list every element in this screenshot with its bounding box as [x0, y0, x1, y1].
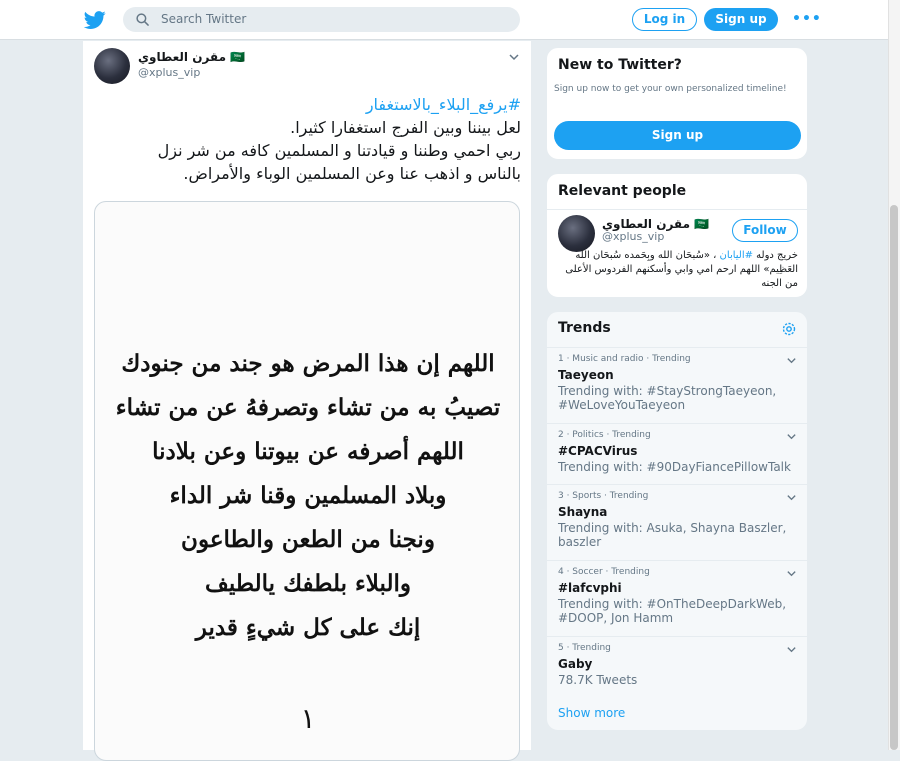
trend-item[interactable]: 2 · Politics · Trending #CPACVirus Trend…	[547, 423, 807, 484]
tweet-line: ربي احمي وطننا و قيادتنا و المسلمين كافه…	[157, 141, 521, 160]
image-text-line: ونجنا من الطعن والطاعون	[181, 526, 435, 553]
follow-button[interactable]: Follow	[732, 219, 798, 242]
avatar[interactable]	[94, 48, 130, 84]
trend-context: Trending with: #OnTheDeepDarkWeb, #DOOP,…	[558, 597, 787, 625]
author-handle[interactable]: @xplus_vip	[138, 66, 200, 79]
trend-name[interactable]: Taeyeon	[558, 368, 614, 382]
tweet-text: #يرفع_البلاء_بالاستغفار لعل بيننا وبين ا…	[93, 93, 521, 185]
trend-meta: 4 · Soccer · Trending	[558, 567, 650, 577]
search-icon	[136, 13, 149, 26]
bio-hashtag-link[interactable]: #اليابان	[720, 250, 753, 261]
relevant-people-card: Relevant people مقرن العطاوي 🇸🇦 @xplus_v…	[546, 173, 808, 298]
signup-button[interactable]: Sign up	[554, 121, 801, 150]
image-text-line: إنك على كل شيءٍ قدير	[195, 614, 421, 641]
image-text-line: اللهم إن هذا المرض هو جند من جنودك	[121, 350, 495, 377]
person-name[interactable]: مقرن العطاوي 🇸🇦	[602, 217, 709, 231]
bio-text: خريج دوله	[753, 250, 798, 261]
trend-name[interactable]: Gaby	[558, 657, 592, 671]
trend-name[interactable]: Shayna	[558, 505, 607, 519]
chevron-down-icon[interactable]	[508, 51, 520, 63]
trends-card: Trends 1 · Music and radio · Trending Ta…	[546, 311, 808, 731]
image-text-line: اللهم أصرفه عن بيوتنا وعن بلادنا	[152, 438, 464, 465]
card-description: Sign up now to get your own personalized…	[554, 84, 787, 94]
tweet-card: مقرن العطاوي 🇸🇦 @xplus_vip #يرفع_البلاء_…	[82, 41, 532, 761]
chevron-down-icon[interactable]	[786, 568, 797, 579]
chevron-down-icon[interactable]	[786, 492, 797, 503]
trend-meta: 3 · Sports · Trending	[558, 491, 649, 501]
chevron-down-icon[interactable]	[786, 431, 797, 442]
avatar[interactable]	[558, 215, 595, 252]
trend-context: 78.7K Tweets	[558, 673, 638, 687]
trend-name[interactable]: #lafcvphi	[558, 581, 622, 595]
card-title: New to Twitter?	[558, 57, 682, 73]
search-input[interactable]: Search Twitter	[161, 12, 246, 26]
tweet-line: بالناس و اذهب عنا وعن المسلمين الوباء وا…	[183, 164, 521, 183]
twitter-bird-icon[interactable]	[84, 9, 106, 31]
tweet-line: لعل بيننا وبين الفرج استغفارا كثيرا.	[290, 118, 521, 137]
divider	[547, 209, 807, 210]
card-title: Relevant people	[558, 183, 687, 199]
trend-context: Trending with: Asuka, Shayna Baszler, ba…	[558, 521, 787, 549]
trend-meta: 1 · Music and radio · Trending	[558, 354, 691, 364]
trend-item[interactable]: 4 · Soccer · Trending #lafcvphi Trending…	[547, 560, 807, 636]
trend-item[interactable]: 1 · Music and radio · Trending Taeyeon T…	[547, 347, 807, 423]
image-text-line: تصيبُ به من تشاء وتصرفهُ عن من تشاء	[115, 394, 501, 421]
trend-meta: 2 · Politics · Trending	[558, 430, 651, 440]
chevron-down-icon[interactable]	[786, 644, 797, 655]
new-to-twitter-card: New to Twitter? Sign up now to get your …	[546, 47, 808, 160]
image-text: اللهم إن هذا المرض هو جند من جنودك تصيبُ…	[95, 342, 519, 650]
tweet-hashtag-link[interactable]: #يرفع_البلاء_بالاستغفار	[93, 93, 521, 116]
trend-context: Trending with: #StayStrongTaeyeon, #WeLo…	[558, 384, 777, 412]
top-navigation-bar: Search Twitter Log in Sign up •••	[0, 0, 900, 40]
search-box[interactable]: Search Twitter	[123, 7, 520, 32]
trend-item[interactable]: 3 · Sports · Trending Shayna Trending wi…	[547, 484, 807, 560]
signup-button[interactable]: Sign up	[704, 8, 778, 31]
image-text-fragment: ١	[300, 702, 316, 735]
chevron-down-icon[interactable]	[786, 355, 797, 366]
trend-item[interactable]: 5 · Trending Gaby 78.7K Tweets	[547, 636, 807, 698]
image-text-line: وبلاد المسلمين وقنا شر الداء	[169, 482, 447, 509]
trend-context: Trending with: #90DayFiancePillowTalk	[558, 460, 791, 474]
scrollbar-thumb[interactable]	[890, 205, 898, 750]
gear-icon[interactable]	[781, 321, 797, 337]
trend-meta: 5 · Trending	[558, 643, 611, 653]
tweet-image[interactable]: اللهم إن هذا المرض هو جند من جنودك تصيبُ…	[94, 201, 520, 761]
trend-name[interactable]: #CPACVirus	[558, 444, 637, 458]
login-button[interactable]: Log in	[632, 8, 697, 31]
author-name[interactable]: مقرن العطاوي 🇸🇦	[138, 50, 245, 64]
image-text-line: والبلاء بلطفك يالطيف	[205, 570, 411, 597]
show-more-link[interactable]: Show more	[558, 706, 625, 720]
person-handle[interactable]: @xplus_vip	[602, 230, 664, 243]
card-title: Trends	[558, 320, 611, 336]
more-options-icon[interactable]: •••	[792, 11, 822, 27]
person-bio: خريج دوله #اليابان ، «سُبحَان الله وبِحَ…	[555, 249, 798, 291]
